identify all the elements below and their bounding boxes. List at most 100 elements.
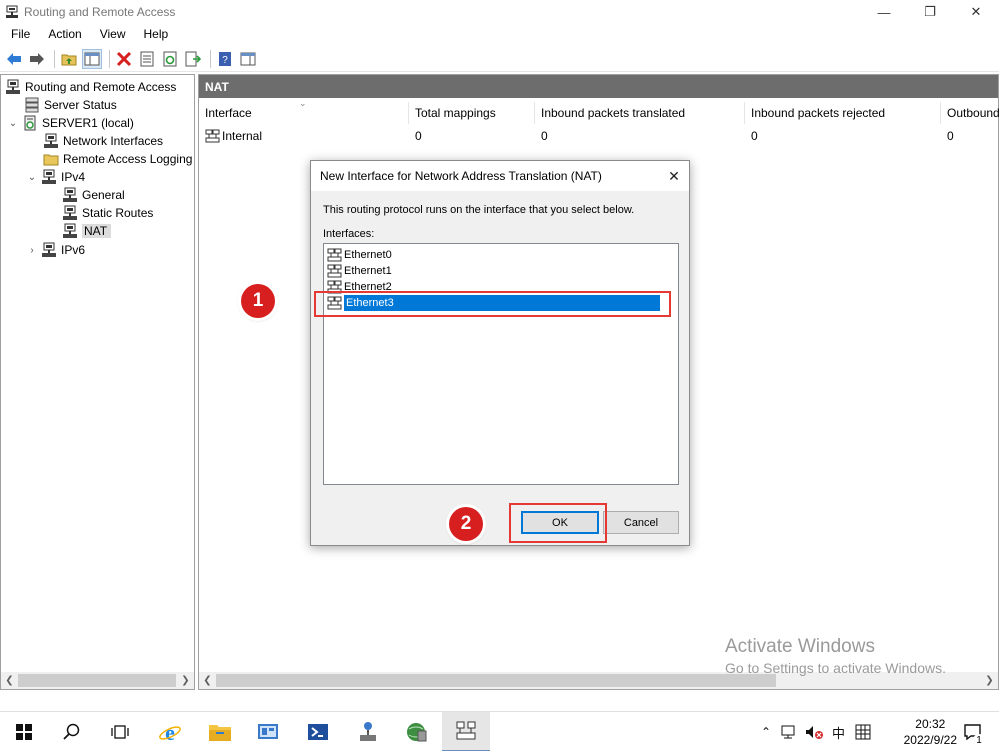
static-routes-icon	[63, 205, 77, 220]
scroll-right-icon[interactable]: ❯	[981, 672, 998, 689]
server-manager-button[interactable]	[244, 712, 292, 751]
menu-file[interactable]: File	[0, 27, 37, 41]
expand-chevron-icon[interactable]: ⌄	[7, 118, 19, 129]
server-manager-icon	[258, 724, 278, 739]
cell-total-mappings: 0	[415, 129, 422, 143]
activation-watermark-text: Go to Settings to activate Windows.	[725, 660, 946, 676]
taskbar: e ⌃ 中 20:32 2022/9/22 1	[0, 711, 999, 751]
input-grid-icon[interactable]	[855, 724, 871, 740]
show-hide-tree-button[interactable]	[82, 48, 102, 69]
tree-network-interfaces[interactable]: Network Interfaces	[43, 132, 163, 150]
rras-taskbar-button[interactable]	[442, 712, 490, 751]
scroll-right-icon[interactable]: ❯	[177, 672, 194, 689]
network-status-icon[interactable]	[780, 724, 798, 740]
taskbar-clock[interactable]: 20:32 2022/9/22	[904, 716, 957, 748]
list-item-ethernet1[interactable]: Ethernet1	[327, 263, 392, 279]
column-inbound-rejected[interactable]: Inbound packets rejected	[745, 102, 941, 124]
minimize-button[interactable]: —	[861, 0, 907, 24]
file-explorer-icon	[209, 725, 231, 741]
internet-explorer-icon: e	[159, 720, 181, 744]
volume-muted-icon[interactable]	[804, 724, 824, 740]
menu-view[interactable]: View	[89, 27, 133, 41]
back-button[interactable]	[4, 49, 24, 69]
scrollbar-thumb[interactable]	[216, 674, 776, 687]
dns-globe-icon	[407, 723, 427, 742]
dialog-close-button[interactable]: ✕	[659, 161, 689, 191]
tree-ipv4[interactable]: ⌄ IPv4	[26, 168, 85, 186]
close-button[interactable]: ✕	[953, 0, 999, 24]
interface-icon	[205, 129, 220, 143]
start-button[interactable]	[0, 712, 48, 751]
action-pane-button[interactable]	[238, 49, 258, 69]
properties-button[interactable]	[137, 49, 157, 69]
file-explorer-button[interactable]	[196, 712, 244, 751]
column-inbound-translated[interactable]: Inbound packets translated	[535, 102, 745, 124]
tree-remote-access-logging[interactable]: Remote Access Logging	[43, 150, 192, 168]
column-total-mappings[interactable]: Total mappings	[409, 102, 535, 124]
show-hidden-icons-chevron-icon[interactable]: ⌃	[758, 725, 774, 739]
cancel-button[interactable]: Cancel	[603, 511, 679, 534]
ime-indicator[interactable]: 中	[832, 723, 845, 742]
expand-chevron-icon[interactable]: ›	[26, 245, 38, 256]
export-list-icon	[185, 51, 201, 66]
back-arrow-icon	[7, 52, 21, 65]
rras-icon	[6, 79, 20, 94]
powershell-icon	[308, 724, 328, 740]
dialog-description: This routing protocol runs on the interf…	[323, 204, 635, 216]
ipv4-icon	[42, 169, 56, 184]
task-view-button[interactable]	[96, 712, 144, 751]
powershell-button[interactable]	[294, 712, 342, 751]
svg-text:e: e	[165, 720, 175, 744]
column-headers: Interface ⌄ Total mappings Inbound packe…	[199, 102, 999, 124]
internet-explorer-button[interactable]: e	[146, 712, 194, 751]
action-center-button[interactable]: 1	[955, 712, 991, 751]
refresh-icon	[163, 51, 177, 66]
dns-manager-button[interactable]	[392, 712, 440, 751]
tree-root-rras[interactable]: Routing and Remote Access	[5, 78, 176, 96]
column-outbound[interactable]: Outbound	[941, 102, 999, 124]
refresh-button[interactable]	[160, 49, 180, 69]
search-icon	[63, 723, 80, 740]
tree-server-status[interactable]: Server Status	[24, 96, 117, 114]
annotation-highlight-ethernet3	[314, 291, 671, 317]
tree-ipv6[interactable]: › IPv6	[26, 241, 85, 259]
network-adapter-icon	[327, 248, 342, 262]
scroll-left-icon[interactable]: ❮	[1, 672, 18, 689]
menu-help[interactable]: Help	[133, 27, 176, 41]
scrollbar-thumb[interactable]	[18, 674, 176, 687]
interfaces-listbox[interactable]: Ethernet0 Ethernet1 Ethernet2 Ethernet3	[323, 243, 679, 485]
cell-interface: Internal	[199, 126, 409, 146]
console-tree-icon	[84, 52, 100, 65]
sort-chevron-icon: ⌄	[299, 102, 307, 108]
forward-button[interactable]	[27, 49, 47, 69]
network-adapter-icon	[327, 264, 342, 278]
tree-nat[interactable]: NAT	[62, 222, 112, 240]
delete-button[interactable]	[114, 49, 134, 69]
cell-outbound: 0	[947, 129, 954, 143]
expand-chevron-icon[interactable]: ⌄	[26, 172, 38, 183]
up-folder-button[interactable]	[59, 49, 79, 69]
table-row[interactable]: Internal 0 0 0 0	[199, 126, 998, 146]
scroll-left-icon[interactable]: ❮	[199, 672, 216, 689]
network-tool-button[interactable]	[344, 712, 392, 751]
network-tool-icon	[360, 722, 376, 741]
server-status-icon	[25, 97, 39, 113]
system-tray: ⌃ 中	[758, 712, 871, 751]
restore-button[interactable]: ❐	[907, 0, 953, 24]
tree-horizontal-scrollbar[interactable]: ❮ ❯	[1, 672, 194, 689]
annotation-step-2: 2	[449, 507, 483, 541]
server-icon	[24, 115, 36, 131]
nat-icon	[63, 223, 77, 238]
tree-server1[interactable]: ⌄ SERVER1 (local)	[7, 114, 134, 132]
column-interface[interactable]: Interface ⌄	[199, 102, 409, 124]
tree-general[interactable]: General	[62, 186, 125, 204]
search-button[interactable]	[48, 712, 96, 751]
ipv6-icon	[42, 242, 56, 257]
tree-static-routes[interactable]: Static Routes	[62, 204, 153, 222]
title-bar: Routing and Remote Access — ❐ ✕	[0, 0, 999, 24]
list-item-ethernet0[interactable]: Ethernet0	[327, 247, 392, 263]
menu-action[interactable]: Action	[37, 27, 88, 41]
export-list-button[interactable]	[183, 49, 203, 69]
help-button[interactable]: ?	[215, 49, 235, 69]
rras-app-icon	[6, 5, 18, 18]
